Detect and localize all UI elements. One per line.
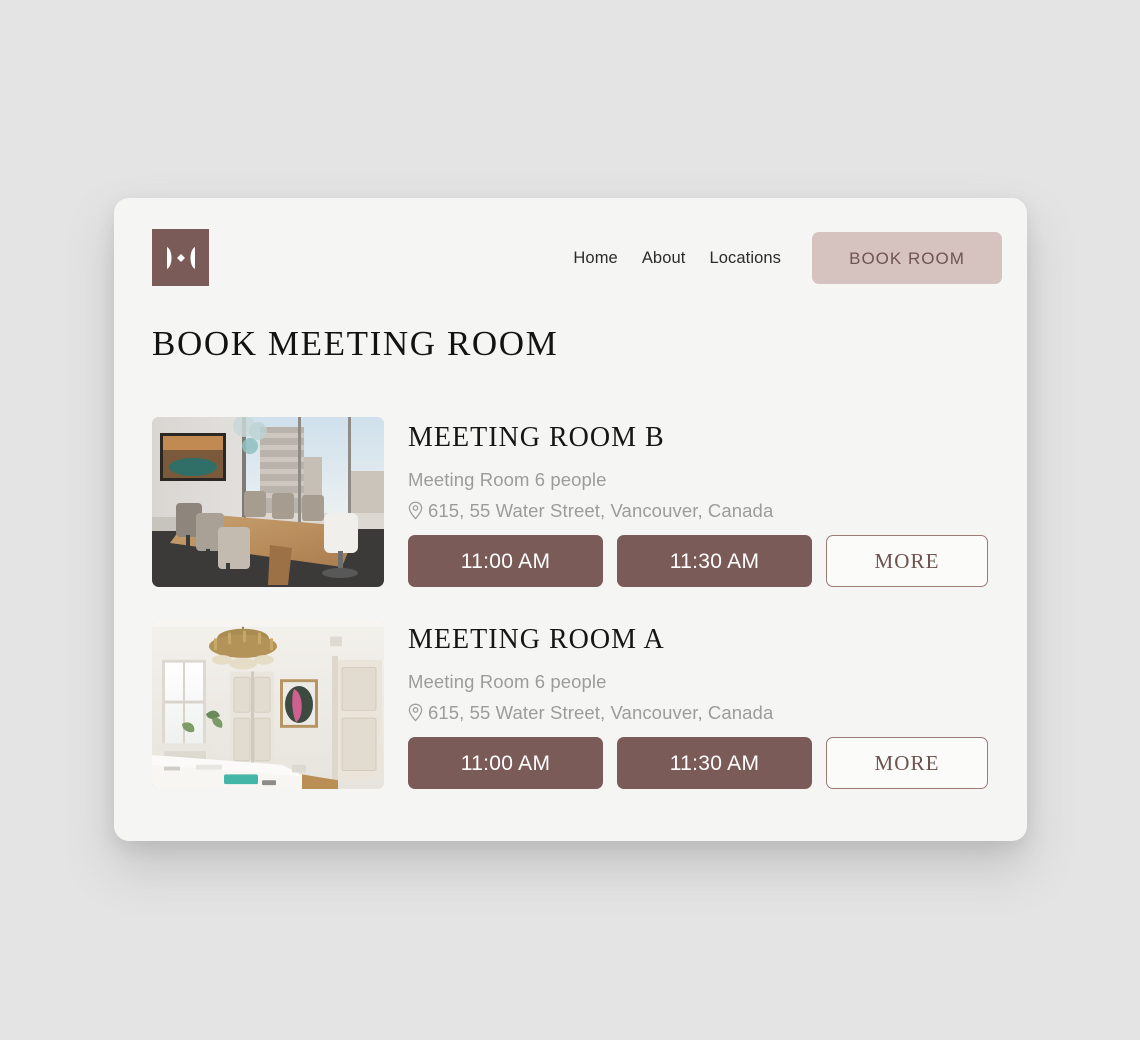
brand-logo[interactable]	[152, 229, 209, 286]
location-pin-icon	[408, 501, 423, 520]
time-slot-button-1100am[interactable]: 11:00 AM	[408, 535, 603, 588]
page-stage: Home About Locations BOOK ROOM BOOK MEET…	[0, 0, 1140, 1040]
room-card: MEETING ROOM A Meeting Room 6 people 615…	[152, 619, 990, 790]
book-room-button[interactable]: BOOK ROOM	[812, 232, 1002, 284]
conference-room-photo-icon	[152, 417, 384, 587]
room-address: 615, 55 Water Street, Vancouver, Canada	[408, 702, 990, 724]
nav-link-about[interactable]: About	[642, 250, 686, 267]
time-slot-row: 11:00 AM 11:30 AM MORE	[408, 737, 990, 790]
time-slot-button-1130am[interactable]: 11:30 AM	[617, 737, 812, 790]
room-address: 615, 55 Water Street, Vancouver, Canada	[408, 500, 990, 522]
room-photo-meeting-room-b[interactable]	[152, 417, 384, 587]
site-header: Home About Locations BOOK ROOM	[114, 198, 1027, 316]
room-name: MEETING ROOM A	[408, 624, 665, 656]
room-name: MEETING ROOM B	[408, 422, 665, 453]
time-slot-button-1100am[interactable]: 11:00 AM	[408, 737, 603, 790]
location-pin-icon	[408, 703, 423, 722]
main-navigation: Home About Locations BOOK ROOM	[573, 232, 1002, 284]
nav-link-home[interactable]: Home	[573, 250, 617, 267]
classic-room-photo-icon	[152, 619, 384, 790]
room-photo-meeting-room-a[interactable]	[152, 619, 384, 790]
brand-logo-mark-icon	[166, 246, 195, 269]
time-slot-row: 11:00 AM 11:30 AM MORE	[408, 535, 990, 588]
room-card: MEETING ROOM B Meeting Room 6 people 615…	[152, 417, 990, 588]
app-window-panel: Home About Locations BOOK ROOM BOOK MEET…	[114, 198, 1027, 841]
nav-link-locations[interactable]: Locations	[709, 250, 781, 267]
room-address-text: 615, 55 Water Street, Vancouver, Canada	[428, 499, 774, 521]
more-button[interactable]: MORE	[826, 737, 988, 790]
time-slot-button-1130am[interactable]: 11:30 AM	[617, 535, 812, 588]
room-info: MEETING ROOM A Meeting Room 6 people 615…	[408, 619, 990, 790]
room-capacity: Meeting Room 6 people	[408, 468, 607, 490]
room-list: MEETING ROOM B Meeting Room 6 people 615…	[152, 417, 990, 821]
page-title: BOOK MEETING ROOM	[152, 324, 559, 363]
room-info: MEETING ROOM B Meeting Room 6 people 615…	[408, 417, 990, 588]
more-button[interactable]: MORE	[826, 535, 988, 588]
room-capacity: Meeting Room 6 people	[408, 670, 607, 692]
room-address-text: 615, 55 Water Street, Vancouver, Canada	[428, 702, 774, 724]
